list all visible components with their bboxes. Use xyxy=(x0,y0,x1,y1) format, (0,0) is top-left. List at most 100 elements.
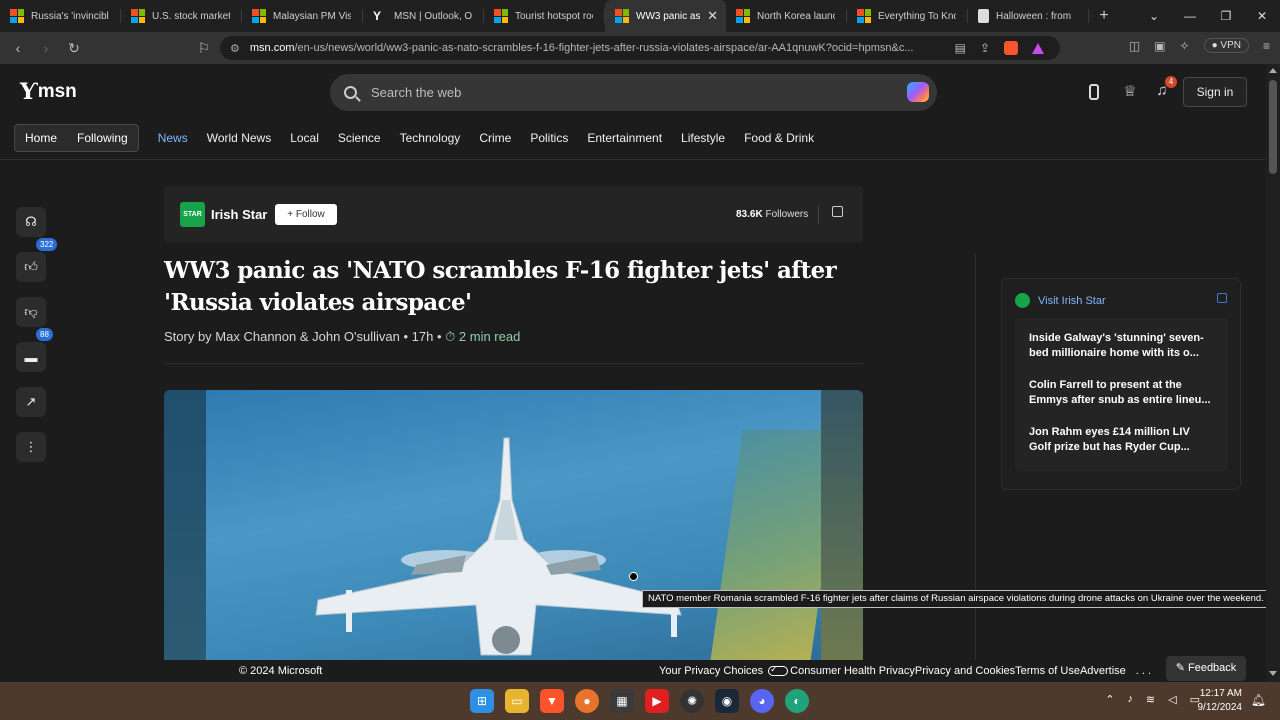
related-story[interactable]: Jon Rahm eyes £14 million LIV Golf prize… xyxy=(1029,418,1214,465)
microsoft-icon xyxy=(131,9,145,23)
privacy-choices-link[interactable]: Your Privacy Choices xyxy=(659,665,763,677)
scroll-thumb[interactable] xyxy=(1269,80,1277,174)
copilot-icon[interactable] xyxy=(907,82,929,102)
nav-lifestyle[interactable]: Lifestyle xyxy=(681,131,725,145)
store-icon[interactable]: ▦ xyxy=(610,689,634,713)
sign-in-button[interactable]: Sign in xyxy=(1183,77,1247,107)
search-box[interactable] xyxy=(330,74,937,111)
microphone-icon[interactable]: ♪ xyxy=(1127,693,1133,706)
follow-button[interactable]: + Follow xyxy=(275,204,337,225)
vpn-button[interactable]: ● VPN xyxy=(1203,38,1249,53)
bookmark-icon[interactable]: ⚐ xyxy=(192,40,216,57)
related-story[interactable]: Colin Farrell to present at the Emmys af… xyxy=(1029,371,1214,418)
browser-tab[interactable]: Halloween : from p xyxy=(968,0,1089,32)
listen-headphones-icon[interactable]: ☊ xyxy=(16,207,46,237)
wifi-icon[interactable]: ≋ xyxy=(1146,693,1155,706)
notification-center-icon[interactable]: 🔔︎ xyxy=(1251,693,1266,707)
forward-icon[interactable]: › xyxy=(34,40,58,56)
youtube-icon[interactable]: ▶ xyxy=(645,689,669,713)
follow-label: Follow xyxy=(295,209,325,220)
share-icon[interactable]: ↗ xyxy=(16,387,46,417)
browser-tab[interactable]: Everything To Know xyxy=(847,0,968,32)
external-link-icon[interactable] xyxy=(1217,293,1227,303)
advertise-link[interactable]: Advertise xyxy=(1080,665,1126,677)
nav-technology[interactable]: Technology xyxy=(400,131,461,145)
wallet-icon[interactable]: ▣ xyxy=(1154,39,1165,53)
related-story[interactable]: Inside Galway's 'stunning' seven-bed mil… xyxy=(1029,324,1214,371)
notifications-bell-icon[interactable]: ♫ 4 xyxy=(1153,76,1177,102)
comments-icon[interactable]: ▬ 88 xyxy=(16,328,53,372)
volume-icon[interactable]: ◁ xyxy=(1168,693,1176,706)
edge-icon[interactable]: ◐ xyxy=(785,689,809,713)
more-footer-links[interactable]: . . . xyxy=(1136,665,1151,677)
feedback-button[interactable]: ✎ Feedback xyxy=(1166,656,1246,681)
external-link-icon[interactable] xyxy=(832,206,843,217)
msn-logo[interactable]: Ƴmsn xyxy=(20,79,77,105)
nav-following[interactable]: Following xyxy=(67,131,138,145)
reload-icon[interactable]: ↻ xyxy=(62,40,86,57)
browser-tab-active[interactable]: WW3 panic as ✕ xyxy=(605,0,726,32)
reader-mode-icon[interactable]: ▤ xyxy=(955,41,966,55)
browser-tab[interactable]: Tourist hotspot roc xyxy=(484,0,605,32)
nav-science[interactable]: Science xyxy=(338,131,381,145)
firefox-icon[interactable]: ● xyxy=(575,689,599,713)
mobile-app-icon[interactable] xyxy=(1089,82,1107,102)
tray-chevron-icon[interactable]: ⌃ xyxy=(1105,693,1114,706)
privacy-cookies-link[interactable]: Privacy and Cookies xyxy=(915,665,1015,677)
brave-browser-icon[interactable]: ▼ xyxy=(540,689,564,713)
article-hero-image[interactable] xyxy=(164,390,863,660)
nav-news[interactable]: News xyxy=(158,131,188,145)
nav-home[interactable]: Home xyxy=(15,131,67,145)
share-icon[interactable]: ⇪ xyxy=(980,41,990,55)
terms-link[interactable]: Terms of Use xyxy=(1015,665,1080,677)
scroll-up-arrow-icon[interactable] xyxy=(1269,68,1277,73)
close-tab-icon[interactable]: ✕ xyxy=(707,8,718,24)
chatgpt-icon[interactable]: ✺ xyxy=(680,689,704,713)
scroll-down-arrow-icon[interactable] xyxy=(1269,671,1277,676)
nav-politics[interactable]: Politics xyxy=(530,131,568,145)
visit-source-link[interactable]: Visit Irish Star xyxy=(1015,293,1106,308)
system-clock[interactable]: 12:17 AM 9/12/2024 xyxy=(1198,687,1243,715)
browser-tab[interactable]: Malaysian PM Visit xyxy=(242,0,363,32)
dislike-icon[interactable]: 👎︎ xyxy=(16,297,46,327)
address-bar[interactable]: ⚙ msn.com/en-us/news/world/ww3-panic-as-… xyxy=(220,36,1060,60)
nav-local[interactable]: Local xyxy=(290,131,319,145)
browser-tab[interactable]: North Korea launc xyxy=(726,0,847,32)
nav-food-drink[interactable]: Food & Drink xyxy=(744,131,814,145)
site-info-icon[interactable]: ⚙ xyxy=(230,42,240,55)
browser-tab[interactable]: Russia's 'invincible xyxy=(0,0,121,32)
read-time-label: 2 min read xyxy=(458,329,521,344)
source-name[interactable]: Irish Star xyxy=(211,207,267,222)
steam-icon[interactable]: ◉ xyxy=(715,689,739,713)
like-icon[interactable]: 👍︎ 322 xyxy=(16,238,58,282)
minimize-icon[interactable]: — xyxy=(1172,9,1208,23)
discord-icon[interactable]: ◕ xyxy=(750,689,774,713)
irish-star-logo[interactable]: STAR xyxy=(180,202,205,227)
windows-start-icon[interactable]: ⊞ xyxy=(470,689,494,713)
nav-crime[interactable]: Crime xyxy=(479,131,511,145)
search-input[interactable] xyxy=(371,85,871,100)
leo-ai-icon[interactable]: ✧ xyxy=(1180,39,1190,53)
byline: Story by Max Channon & John O'sullivan •… xyxy=(164,329,520,345)
close-window-icon[interactable]: ✕ xyxy=(1244,9,1280,23)
browser-tab[interactable]: U.S. stock market l xyxy=(121,0,242,32)
menu-icon[interactable]: ≡ xyxy=(1263,39,1270,53)
sidebar-toggle-icon[interactable]: ◫ xyxy=(1129,39,1140,53)
more-options-icon[interactable]: ⋮ xyxy=(16,432,46,462)
tab-label: Malaysian PM Visit xyxy=(273,10,351,22)
back-icon[interactable]: ‹ xyxy=(6,40,30,56)
brave-shields-icon[interactable] xyxy=(1004,41,1018,55)
rewards-trophy-icon[interactable]: ♕ xyxy=(1121,82,1139,102)
page-scrollbar[interactable] xyxy=(1266,64,1280,682)
msn-butterfly-icon: Ƴ xyxy=(20,79,36,105)
nav-world-news[interactable]: World News xyxy=(207,131,271,145)
restore-icon[interactable]: ❐ xyxy=(1208,9,1244,23)
file-explorer-icon[interactable]: ▭ xyxy=(505,689,529,713)
brave-rewards-icon[interactable] xyxy=(1032,42,1044,54)
consumer-health-link[interactable]: Consumer Health Privacy xyxy=(790,665,915,677)
new-tab-button[interactable]: + xyxy=(1089,7,1119,25)
browser-tab[interactable]: Y MSN | Outlook, Off xyxy=(363,0,484,32)
privacy-toggle-icon[interactable] xyxy=(768,664,789,676)
nav-entertainment[interactable]: Entertainment xyxy=(587,131,662,145)
tab-search-icon[interactable]: ⌄ xyxy=(1136,9,1172,23)
